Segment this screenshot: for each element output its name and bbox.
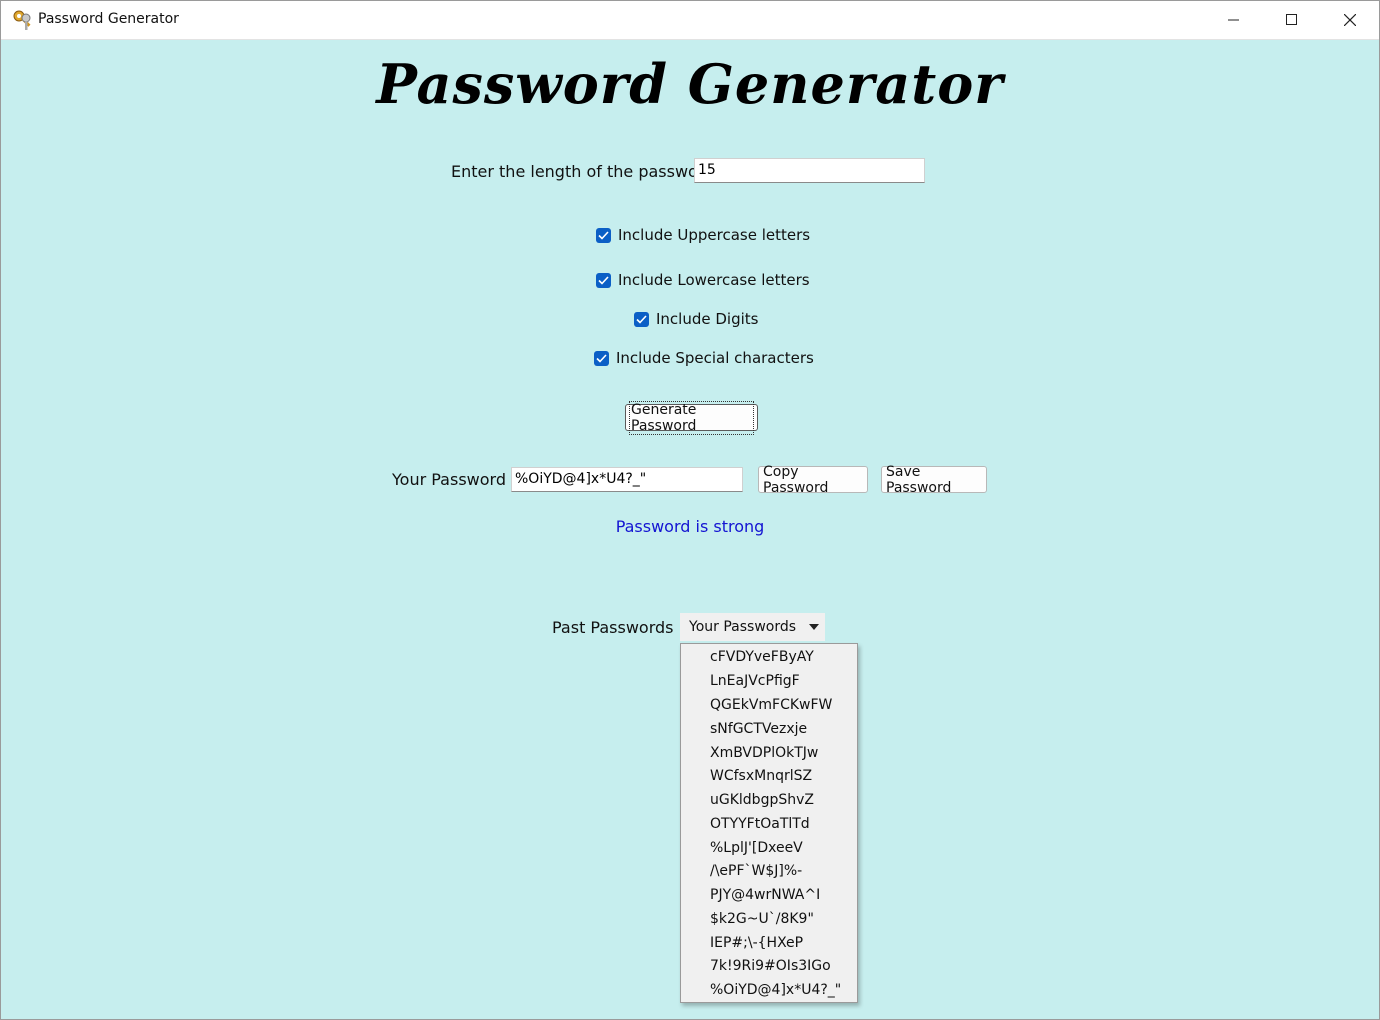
checkbox-checked-icon — [596, 272, 611, 288]
minimize-icon — [1228, 19, 1239, 21]
special-checkbox[interactable]: Include Special characters — [594, 349, 814, 367]
digits-label: Include Digits — [656, 310, 759, 328]
menu-item[interactable]: $k2G~U`/8K9" — [710, 911, 814, 927]
generate-password-label: Generate Password — [629, 400, 754, 435]
checkbox-checked-icon — [596, 227, 611, 243]
length-label: Enter the length of the password — [451, 162, 715, 181]
menu-item[interactable]: 7k!9Ri9#OIs3IGo — [710, 958, 831, 974]
title-bar: Password Generator — [1, 1, 1379, 40]
menu-item[interactable]: OTYYFtOaTlTd — [710, 816, 810, 832]
your-password-label: Your Password — [392, 470, 506, 489]
dropdown-selected-value: Your Passwords — [689, 619, 797, 635]
checkbox-checked-icon — [594, 350, 609, 366]
generate-password-button[interactable]: Generate Password — [625, 400, 758, 435]
past-passwords-label: Past Passwords — [552, 618, 674, 637]
length-input[interactable]: 15 — [694, 158, 925, 183]
menu-item[interactable]: %OiYD@4]x*U4?_" — [710, 982, 841, 998]
menu-item[interactable]: PJY@4wrNWA^I — [710, 887, 820, 903]
past-passwords-menu: cFVDYveFByAY LnEaJVcPfigF QGEkVmFCKwFW s… — [680, 643, 858, 1003]
minimize-button[interactable] — [1205, 1, 1263, 39]
uppercase-checkbox[interactable]: Include Uppercase letters — [596, 226, 810, 244]
keys-icon — [12, 9, 34, 31]
close-icon — [1344, 14, 1356, 26]
window-title: Password Generator — [38, 11, 179, 27]
menu-item[interactable]: cFVDYveFByAY — [710, 649, 814, 665]
menu-item[interactable]: uGKldbgpShvZ — [710, 792, 814, 808]
menu-item[interactable]: /\ePF`W$J]%- — [710, 863, 802, 879]
menu-item[interactable]: LnEaJVcPfigF — [710, 673, 800, 689]
menu-item[interactable]: IEP#;\-{HXeP — [710, 935, 803, 951]
chevron-down-icon — [809, 624, 819, 630]
menu-item[interactable]: WCfsxMnqrlSZ — [710, 768, 812, 784]
digits-checkbox[interactable]: Include Digits — [634, 310, 758, 328]
password-strength-text: Password is strong — [615, 517, 765, 536]
lowercase-checkbox[interactable]: Include Lowercase letters — [596, 271, 810, 289]
menu-item[interactable]: sNfGCTVezxje — [710, 721, 807, 737]
maximize-button[interactable] — [1263, 1, 1321, 39]
uppercase-label: Include Uppercase letters — [618, 226, 811, 244]
app-heading: Password Generator — [376, 52, 1004, 116]
maximize-icon — [1286, 14, 1297, 25]
save-password-button[interactable]: Save Password — [881, 464, 987, 496]
checkbox-checked-icon — [634, 311, 649, 327]
menu-item[interactable]: XmBVDPlOkTJw — [710, 745, 818, 761]
menu-item[interactable]: QGEkVmFCKwFW — [710, 697, 832, 713]
password-output-field[interactable]: %OiYD@4]x*U4?_" — [511, 467, 743, 492]
special-label: Include Special characters — [616, 349, 814, 367]
close-button[interactable] — [1321, 1, 1379, 39]
menu-item[interactable]: %LplJ'[DxeeV — [710, 840, 803, 856]
copy-password-button[interactable]: Copy Password — [758, 464, 868, 496]
lowercase-label: Include Lowercase letters — [618, 271, 810, 289]
past-passwords-dropdown[interactable]: Your Passwords — [680, 613, 825, 641]
